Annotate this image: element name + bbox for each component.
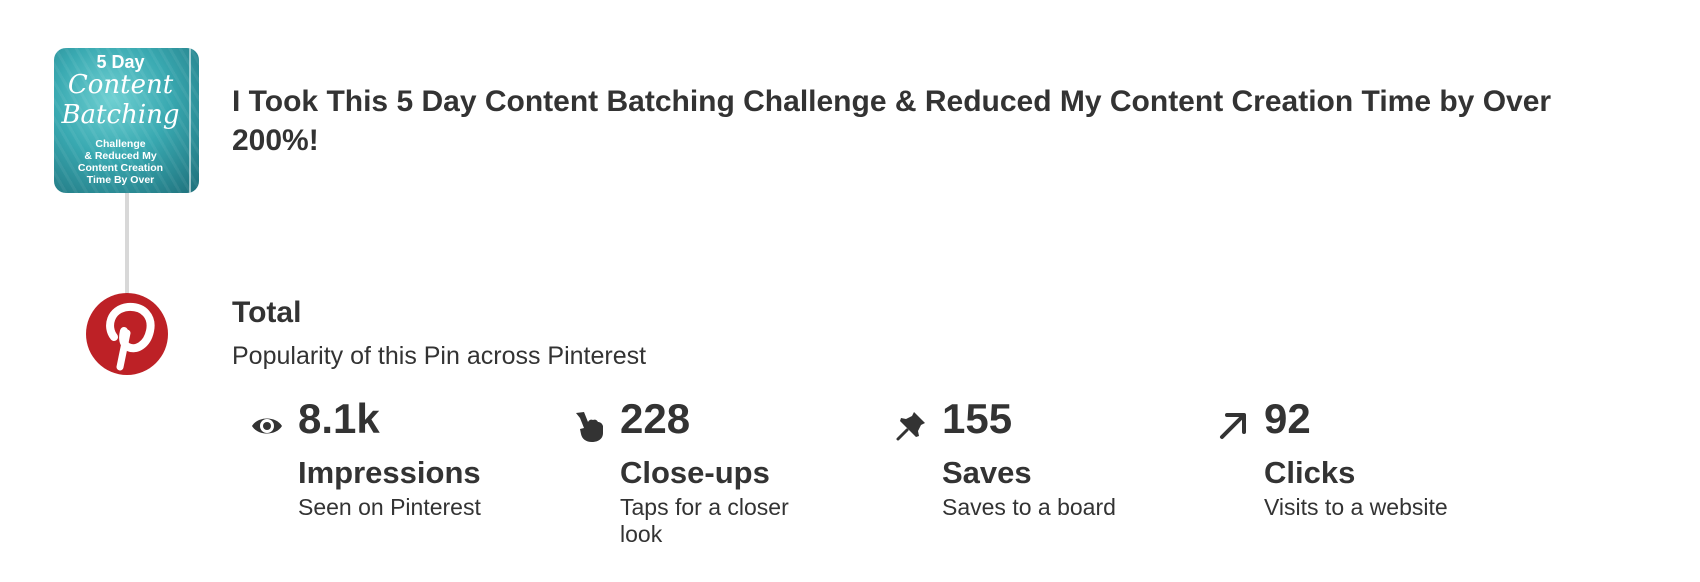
total-heading: Total bbox=[232, 296, 302, 329]
clicks-value: 92 bbox=[1264, 395, 1311, 442]
connector-line bbox=[125, 193, 129, 295]
close-ups-value: 228 bbox=[620, 395, 691, 442]
impressions-value: 8.1k bbox=[298, 395, 380, 442]
close-ups-label: Close-ups bbox=[620, 455, 770, 490]
impressions-label: Impressions bbox=[298, 455, 481, 490]
thumbnail-text-line3: Challenge & Reduced My Content Creation … bbox=[77, 138, 164, 186]
pin-title[interactable]: I Took This 5 Day Content Batching Chall… bbox=[232, 82, 1632, 160]
pin-icon bbox=[896, 412, 925, 441]
thumbnail-edge bbox=[189, 48, 191, 193]
pinterest-logo-icon bbox=[86, 293, 168, 375]
hand-pointer-icon bbox=[576, 412, 603, 442]
saves-value: 155 bbox=[942, 395, 1013, 442]
clicks-description: Visits to a website bbox=[1264, 494, 1448, 520]
eye-icon bbox=[252, 418, 282, 434]
impressions-description: Seen on Pinterest bbox=[298, 494, 481, 520]
arrow-up-right-icon bbox=[1220, 413, 1246, 439]
saves-label: Saves bbox=[942, 455, 1032, 490]
clicks-label: Clicks bbox=[1264, 455, 1356, 490]
thumbnail-text-line2: Content Batching bbox=[61, 70, 180, 130]
pin-thumbnail[interactable]: 5 Day Content Batching Challenge & Reduc… bbox=[54, 48, 199, 193]
saves-description: Saves to a board bbox=[942, 494, 1116, 520]
total-subtitle: Popularity of this Pin across Pinterest bbox=[232, 342, 647, 370]
close-ups-description: Taps for a closer look bbox=[620, 494, 789, 547]
